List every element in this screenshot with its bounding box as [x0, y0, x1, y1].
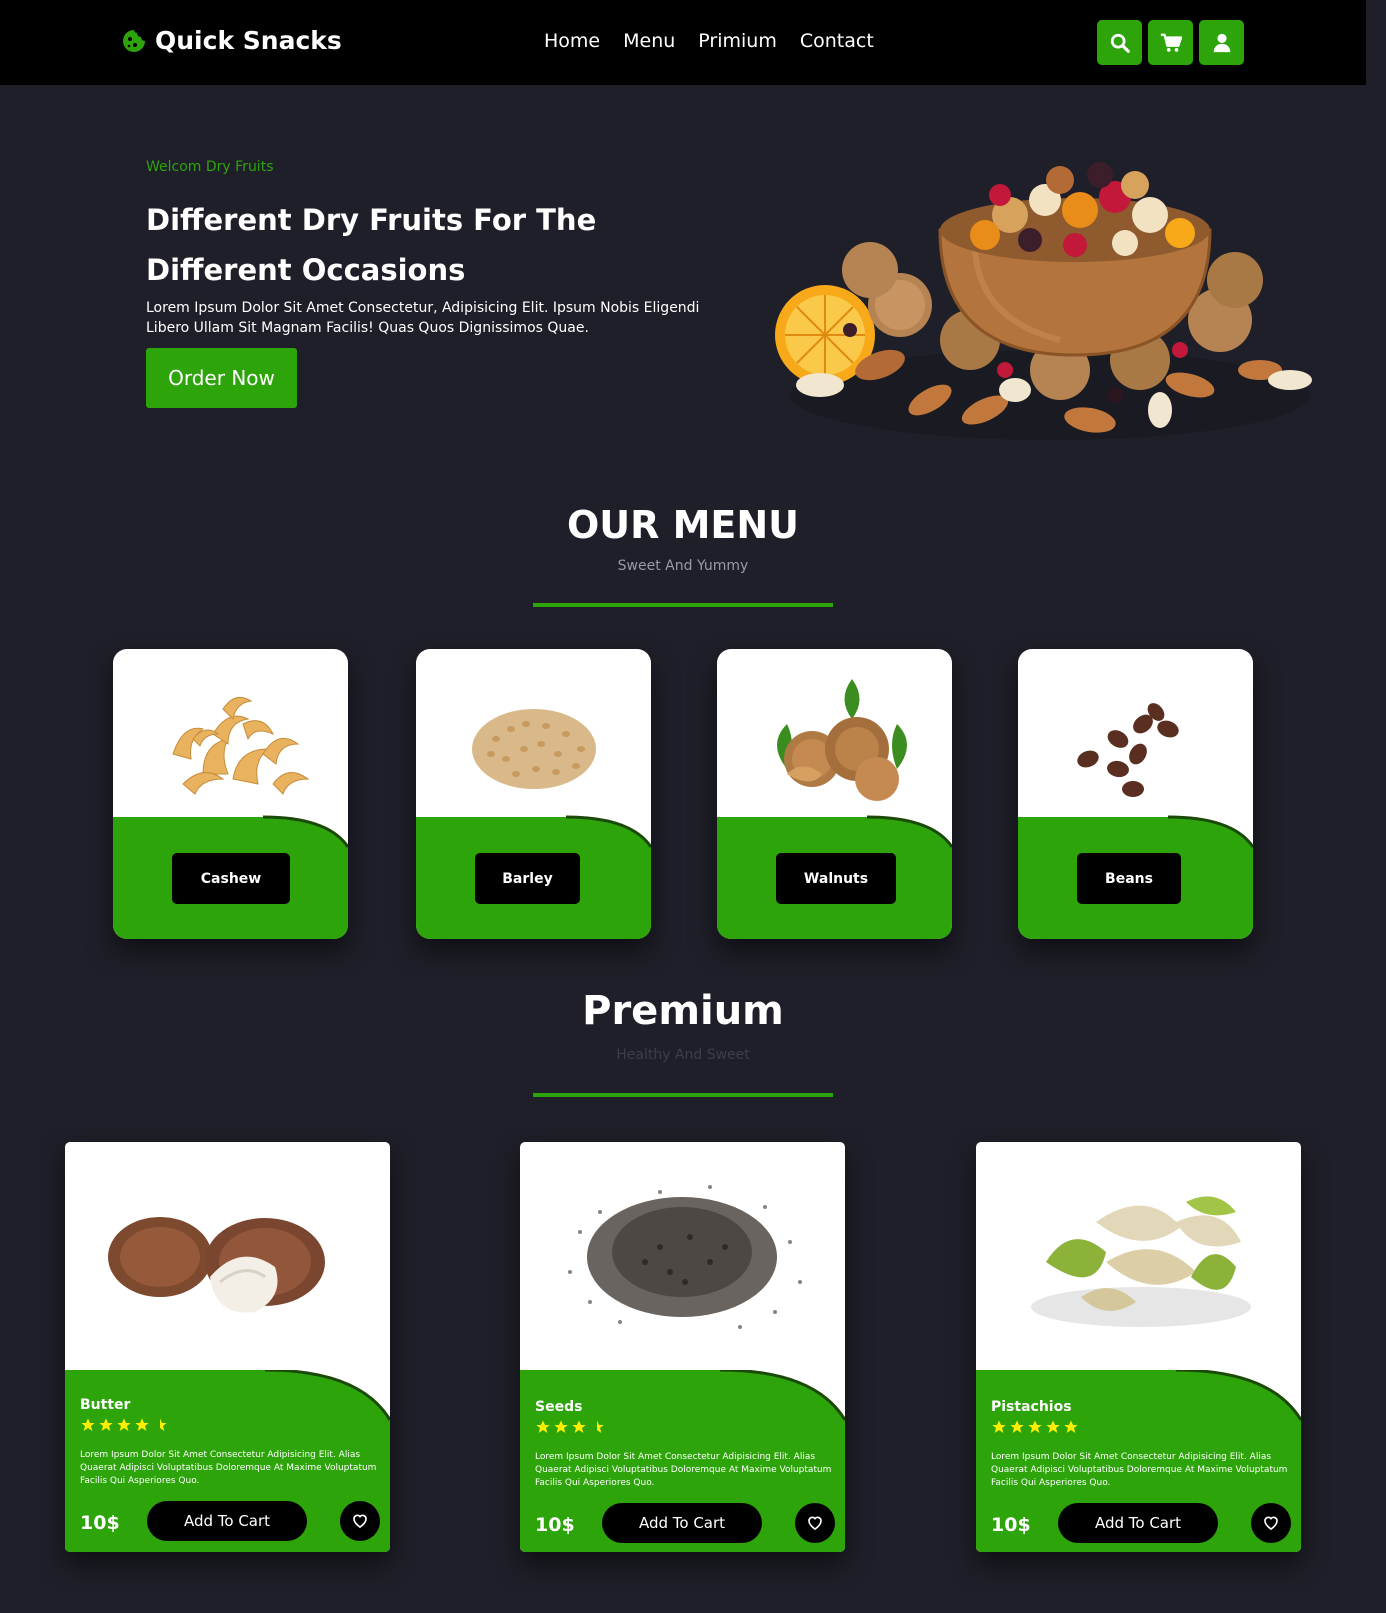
- star-icon: [99, 1418, 113, 1431]
- premium-title: Premium: [582, 988, 784, 1034]
- menu-card-walnuts[interactable]: Walnuts: [717, 649, 952, 939]
- star-icon: [81, 1418, 95, 1431]
- menu-label-barley[interactable]: Barley: [475, 853, 580, 904]
- beans-image: [1077, 703, 1179, 797]
- star-icon: [572, 1420, 586, 1433]
- menu-card-beans[interactable]: Beans: [1018, 649, 1253, 939]
- hero-title: Different Dry Fruits For The Different O…: [146, 195, 706, 295]
- walnuts-image: [777, 679, 907, 801]
- hero-text: Lorem Ipsum Dolor Sit Amet Consectetur, …: [146, 300, 700, 336]
- wishlist-button-seeds[interactable]: [795, 1503, 835, 1543]
- cart-button[interactable]: [1148, 20, 1193, 65]
- star-icon: [536, 1420, 550, 1433]
- order-now-button[interactable]: Order Now: [146, 348, 297, 408]
- butter-nuts-image: [108, 1217, 325, 1313]
- premium-price-pistachios: 10$: [991, 1514, 1031, 1536]
- nav-menu[interactable]: Menu: [623, 30, 675, 52]
- menu-title: OUR MENU: [566, 503, 800, 547]
- star-half-icon: [160, 1418, 167, 1431]
- menu-divider: [533, 603, 833, 607]
- premium-desc-seeds: Lorem Ipsum Dolor Sit Amet Consectetur A…: [535, 1452, 832, 1488]
- search-icon: [1110, 33, 1130, 53]
- nav-home[interactable]: Home: [544, 30, 600, 52]
- rating-stars: [991, 1419, 1079, 1435]
- nav-contact[interactable]: Contact: [800, 30, 874, 52]
- heart-icon: [1264, 1516, 1278, 1530]
- pistachios-image: [1031, 1196, 1251, 1327]
- premium-desc-butter: Lorem Ipsum Dolor Sit Amet Consectetur A…: [80, 1450, 377, 1486]
- premium-card-seeds[interactable]: Seeds Lorem Ipsum Dolor Sit Amet Consect…: [520, 1142, 845, 1552]
- menu-subtitle: Sweet And Yummy: [617, 558, 749, 574]
- premium-subtitle: Healthy And Sweet: [616, 1047, 750, 1063]
- hero-title-line2: Different Occasions: [146, 253, 466, 287]
- premium-desc-pistachios: Lorem Ipsum Dolor Sit Amet Consectetur A…: [991, 1452, 1288, 1488]
- star-icon: [1064, 1420, 1078, 1433]
- main-nav: Home Menu Primium Contact: [544, 30, 874, 52]
- heart-icon: [353, 1514, 367, 1528]
- header: Quick Snacks Home Menu Primium Contact: [0, 0, 1366, 85]
- menu-label-walnuts[interactable]: Walnuts: [776, 853, 896, 904]
- premium-price-seeds: 10$: [535, 1514, 575, 1536]
- heart-icon: [808, 1516, 822, 1530]
- search-button[interactable]: [1097, 20, 1142, 65]
- brand-logo[interactable]: Quick Snacks: [121, 26, 342, 55]
- dry-fruits-bowl-image: [775, 162, 1312, 440]
- premium-name-seeds: Seeds: [535, 1399, 583, 1415]
- menu-label-beans[interactable]: Beans: [1077, 853, 1181, 904]
- wishlist-button-butter[interactable]: [340, 1501, 380, 1541]
- user-button[interactable]: [1199, 20, 1244, 65]
- cashew-image: [172, 696, 310, 795]
- star-icon: [992, 1420, 1006, 1433]
- star-half-icon: [597, 1420, 604, 1433]
- premium-card-butter[interactable]: Butter Lorem Ipsum Dolor Sit Amet Consec…: [65, 1142, 390, 1552]
- brand-name: Quick Snacks: [155, 26, 342, 55]
- premium-card-pistachios[interactable]: Pistachios Lorem Ipsum Dolor Sit Amet Co…: [976, 1142, 1301, 1552]
- star-icon: [1010, 1420, 1024, 1433]
- header-actions: [1097, 20, 1244, 65]
- star-icon: [135, 1418, 149, 1431]
- wishlist-button-pistachios[interactable]: [1251, 1503, 1291, 1543]
- add-to-cart-button-seeds[interactable]: Add To Cart: [602, 1503, 762, 1543]
- star-icon: [117, 1418, 131, 1431]
- rating-stars: [80, 1417, 168, 1433]
- seeds-image: [568, 1185, 802, 1329]
- premium-name-pistachios: Pistachios: [991, 1399, 1072, 1415]
- hero-title-line1: Different Dry Fruits For The: [146, 203, 597, 237]
- premium-name-butter: Butter: [80, 1397, 131, 1413]
- star-icon: [1028, 1420, 1042, 1433]
- star-icon: [554, 1420, 568, 1433]
- premium-price-butter: 10$: [80, 1512, 120, 1534]
- user-icon: [1213, 33, 1230, 52]
- cart-icon: [1160, 33, 1182, 52]
- add-to-cart-button-pistachios[interactable]: Add To Cart: [1058, 1503, 1218, 1543]
- nav-primium[interactable]: Primium: [698, 30, 777, 52]
- premium-divider: [533, 1093, 833, 1097]
- menu-card-cashew[interactable]: Cashew: [113, 649, 348, 939]
- menu-label-cashew[interactable]: Cashew: [172, 853, 290, 904]
- hero-eyebrow: Welcom Dry Fruits: [146, 159, 274, 175]
- menu-card-barley[interactable]: Barley: [416, 649, 651, 939]
- add-to-cart-button-butter[interactable]: Add To Cart: [147, 1501, 307, 1541]
- barley-image: [472, 709, 596, 789]
- cookie-icon: [123, 29, 145, 52]
- star-icon: [1046, 1420, 1060, 1433]
- rating-stars: [535, 1419, 605, 1435]
